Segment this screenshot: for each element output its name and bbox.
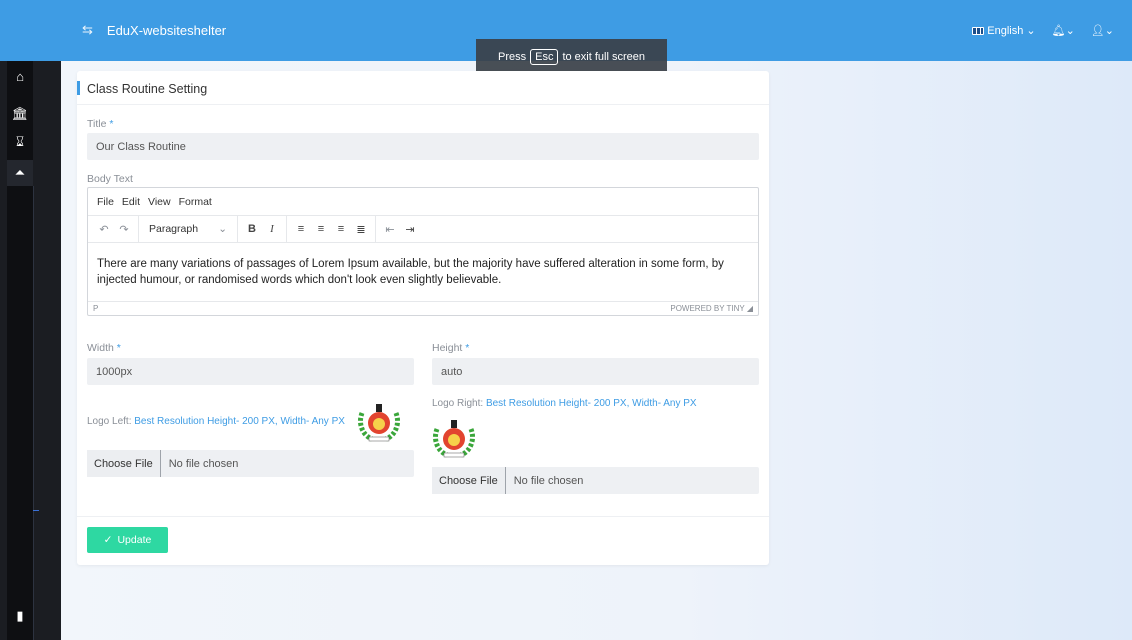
- user-menu-button[interactable]: 👤︎⌄: [1091, 24, 1114, 37]
- notifications-button[interactable]: 🔔︎⌄: [1052, 24, 1075, 37]
- block-format-value: Paragraph: [149, 223, 199, 235]
- block-format-select[interactable]: Paragraph ⌄: [143, 223, 233, 235]
- menu-toggle-icon[interactable]: ⇆: [82, 22, 93, 38]
- logo-left-file-input[interactable]: Choose File No file chosen: [87, 450, 414, 477]
- chevron-down-icon: ⌄: [1104, 25, 1114, 37]
- title-input[interactable]: Our Class Routine: [87, 133, 759, 160]
- align-right-icon[interactable]: ≡: [331, 223, 351, 235]
- redo-icon[interactable]: ↷: [114, 223, 134, 236]
- editor-statusbar: P POWERED BY TINY ◢: [88, 301, 758, 315]
- menu-format[interactable]: Format: [179, 196, 212, 208]
- home-icon[interactable]: ⌂: [10, 66, 30, 86]
- title-label: Title *: [87, 118, 114, 130]
- chevron-down-icon: ⌄: [1065, 25, 1075, 37]
- fullscreen-press-text: Press: [497, 50, 527, 63]
- menu-edit[interactable]: Edit: [122, 196, 140, 208]
- align-justify-icon[interactable]: ≣: [351, 223, 371, 236]
- bold-icon[interactable]: B: [242, 223, 262, 235]
- scroll-indicator: [33, 510, 39, 511]
- undo-icon[interactable]: ↶: [94, 223, 114, 236]
- choose-file-button[interactable]: Choose File: [432, 467, 506, 494]
- brand[interactable]: ⇆ EduX-websiteshelter: [82, 22, 226, 38]
- file-status: No file chosen: [513, 474, 584, 487]
- toolbar-separator: [237, 215, 238, 243]
- toolbar-separator: [286, 215, 287, 243]
- check-icon: ✓: [103, 534, 113, 546]
- fullscreen-rest-text: to exit full screen: [562, 50, 645, 63]
- menu-view[interactable]: View: [148, 196, 171, 208]
- logo-right-label: Logo Right: Best Resolution Height- 200 …: [432, 398, 697, 409]
- bell-icon: 🔔︎: [1051, 25, 1066, 37]
- toolbar-separator: [138, 215, 139, 243]
- language-label: English: [987, 25, 1024, 37]
- brand-name: EduX-websiteshelter: [106, 22, 227, 38]
- rich-text-editor[interactable]: File Edit View Format ↶ ↷ Paragraph ⌄ B …: [87, 187, 759, 316]
- resize-handle-icon[interactable]: ◢: [747, 304, 753, 313]
- header-accent: [77, 81, 80, 95]
- menu-file[interactable]: File: [97, 196, 114, 208]
- card-header: Class Routine Setting: [77, 71, 769, 105]
- toolbar-separator: [375, 215, 376, 243]
- chevron-down-icon: ⌄: [218, 223, 227, 235]
- body-text-label: Body Text: [87, 173, 133, 185]
- user-icon: 👤︎: [1090, 25, 1105, 37]
- flag-icon: [972, 27, 985, 35]
- update-button[interactable]: ✓ Update: [87, 527, 168, 553]
- language-selector[interactable]: English ⌄: [972, 24, 1036, 37]
- footer-divider: [77, 516, 769, 517]
- outdent-icon[interactable]: ⇤: [380, 223, 400, 236]
- editor-content[interactable]: There are many variations of passages of…: [88, 243, 758, 301]
- sidebar-divider: [33, 186, 34, 640]
- card-title: Class Routine Setting: [87, 82, 208, 96]
- powered-by: POWERED BY TINY ◢: [670, 304, 753, 313]
- fullscreen-notice: Press Esc to exit full screen: [476, 39, 667, 74]
- height-input[interactable]: auto: [432, 358, 759, 385]
- navbar-right: English ⌄ 🔔︎⌄ 👤︎⌄: [972, 24, 1114, 37]
- indent-icon[interactable]: ⇥: [400, 223, 420, 236]
- sidebar: ⌂ 🏛︎ ⌛︎ ⏶ ▮: [0, 61, 61, 640]
- logo-right-preview: [432, 420, 476, 458]
- height-label: Height *: [432, 342, 470, 354]
- logo-right-file-input[interactable]: Choose File No file chosen: [432, 467, 759, 494]
- align-left-icon[interactable]: ≡: [291, 223, 311, 235]
- shapes-icon[interactable]: ⏶: [10, 163, 30, 183]
- width-label: Width *: [87, 342, 121, 354]
- italic-icon[interactable]: I: [262, 223, 282, 235]
- document-icon[interactable]: ▮: [10, 606, 30, 626]
- editor-toolbar: ↶ ↷ Paragraph ⌄ B I ≡ ≡ ≡ ≣ ⇤ ⇥: [88, 215, 758, 243]
- logo-left-label: Logo Left: Best Resolution Height- 200 P…: [87, 416, 345, 427]
- chevron-down-icon: ⌄: [1026, 25, 1036, 37]
- editor-menubar: File Edit View Format: [88, 188, 758, 216]
- settings-card: Class Routine Setting Title * Our Class …: [77, 71, 769, 565]
- choose-file-button[interactable]: Choose File: [87, 450, 161, 477]
- align-center-icon[interactable]: ≡: [311, 223, 331, 235]
- institution-icon[interactable]: 🏛︎: [10, 104, 30, 124]
- element-path[interactable]: P: [93, 304, 98, 313]
- update-label: Update: [117, 534, 152, 546]
- file-status: No file chosen: [168, 457, 239, 470]
- graduation-icon[interactable]: ⌛︎: [10, 132, 30, 152]
- width-input[interactable]: 1000px: [87, 358, 414, 385]
- logo-left-preview: [357, 404, 401, 442]
- esc-key: Esc: [530, 48, 559, 65]
